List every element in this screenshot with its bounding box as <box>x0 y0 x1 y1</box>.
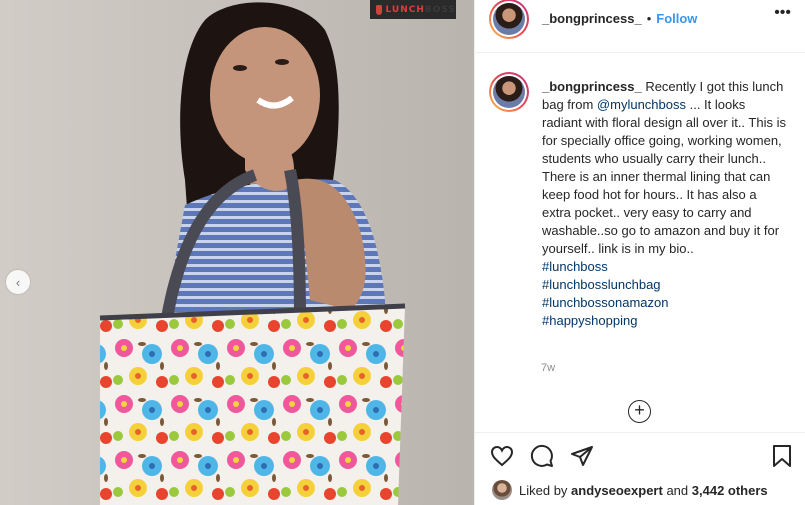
post-time[interactable]: 7w <box>541 362 555 374</box>
caption-body-2: ... It looks radiant with floral design … <box>542 97 786 256</box>
caption-username[interactable]: _bongprincess_ <box>542 79 642 94</box>
likes-summary: Liked by andyseoexpert and 3,442 others <box>492 480 768 500</box>
caption-mention-link[interactable]: @mylunchboss <box>597 97 686 112</box>
header-username[interactable]: _bongprincess_ <box>542 11 642 26</box>
caption-avatar[interactable] <box>489 72 529 112</box>
share-icon[interactable] <box>570 444 594 468</box>
hashtag-link[interactable]: #lunchboss <box>542 258 787 276</box>
hashtag-link[interactable]: #happyshopping <box>542 312 787 330</box>
plus-circle-icon: + <box>634 400 645 420</box>
header-separator: • <box>646 11 652 26</box>
post-photo-illustration <box>0 0 474 505</box>
liker-avatar[interactable] <box>492 480 512 500</box>
header-divider <box>475 52 805 53</box>
add-comment-button[interactable]: + <box>628 400 651 423</box>
chevron-left-icon: ‹ <box>15 274 21 290</box>
post-photo[interactable]: LUNCHBOSS ‹ <box>0 0 474 505</box>
likes-and: and <box>666 482 689 498</box>
action-bar <box>490 444 800 468</box>
comment-icon[interactable] <box>530 444 554 468</box>
carousel-previous-button[interactable]: ‹ <box>6 270 30 294</box>
liker-username[interactable]: andyseoexpert <box>571 483 663 498</box>
bookmark-icon[interactable] <box>770 444 794 468</box>
heart-icon[interactable] <box>490 444 514 468</box>
hashtag-link[interactable]: #lunchbossonamazon <box>542 294 787 312</box>
watermark-boss: BOSS <box>424 4 456 15</box>
lunchboss-logo-icon <box>376 4 382 15</box>
more-options-icon[interactable]: ••• <box>774 5 791 21</box>
caption-text: _bongprincess_ Recently I got this lunch… <box>542 78 787 330</box>
caption-comment: _bongprincess_ Recently I got this lunch… <box>489 72 787 330</box>
avatar[interactable] <box>489 0 529 39</box>
lunchboss-watermark: LUNCHBOSS <box>370 0 456 19</box>
likes-count-link[interactable]: 3,442 others <box>692 483 768 498</box>
post-side-panel: _bongprincess_ • Follow ••• _bongprinces… <box>474 0 805 505</box>
watermark-lunch: LUNCH <box>385 4 425 15</box>
post-header: _bongprincess_ • Follow ••• <box>475 0 805 39</box>
footer-divider <box>474 432 805 433</box>
hashtag-link[interactable]: #lunchbosslunchbag <box>542 276 787 294</box>
likes-prefix: Liked by <box>519 482 568 498</box>
follow-button[interactable]: Follow <box>656 11 697 26</box>
